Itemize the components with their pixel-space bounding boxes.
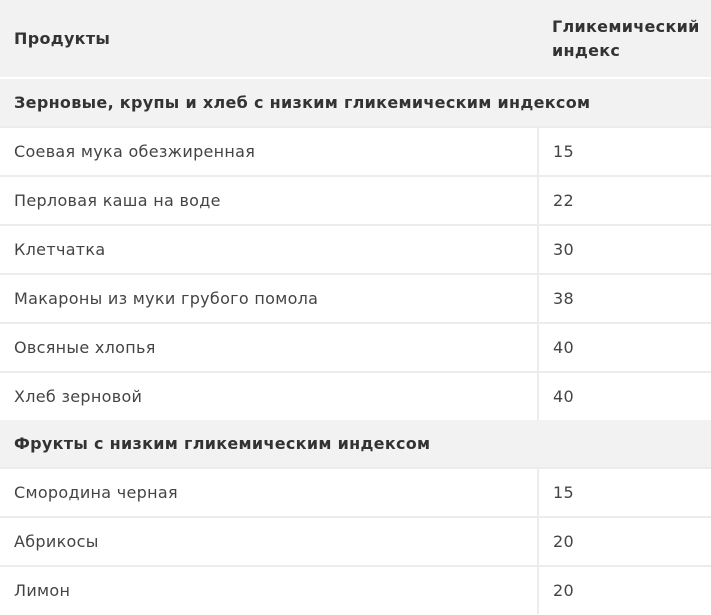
section-title: Фрукты с низким гликемическим индексом xyxy=(0,420,711,468)
table-row: Перловая каша на воде 22 xyxy=(0,175,711,225)
table-row: Хлеб зерновой 40 xyxy=(0,371,711,420)
table-header-row: Продукты Гликемический индекс xyxy=(0,0,711,79)
section-header-row: Зерновые, крупы и хлеб с низким гликемич… xyxy=(0,78,711,127)
table-row: Соевая мука обезжиренная 15 xyxy=(0,126,711,176)
table-row: Макароны из муки грубого помола 38 xyxy=(0,273,711,323)
gi-cell: 40 xyxy=(537,322,711,372)
product-cell: Абрикосы xyxy=(0,516,538,566)
table-row: Смородина черная 15 xyxy=(0,467,711,517)
product-cell: Перловая каша на воде xyxy=(0,175,538,225)
table-row: Абрикосы 20 xyxy=(0,516,711,566)
header-glycemic-index: Гликемический индекс xyxy=(538,0,711,79)
product-cell: Соевая мука обезжиренная xyxy=(0,126,538,176)
gi-cell: 15 xyxy=(537,467,711,517)
table-row: Клетчатка 30 xyxy=(0,224,711,274)
product-cell: Клетчатка xyxy=(0,224,538,274)
gi-cell: 38 xyxy=(537,273,711,323)
gi-cell: 30 xyxy=(537,224,711,274)
table-row: Лимон 20 xyxy=(0,565,711,614)
product-cell: Хлеб зерновой xyxy=(0,371,538,420)
gi-cell: 22 xyxy=(537,175,711,225)
section-header-row: Фрукты с низким гликемическим индексом xyxy=(0,420,711,468)
glycemic-index-table: Продукты Гликемический индекс Зерновые, … xyxy=(0,0,711,614)
product-cell: Смородина черная xyxy=(0,467,538,517)
gi-cell: 20 xyxy=(537,565,711,614)
product-cell: Лимон xyxy=(0,565,538,614)
product-cell: Макароны из муки грубого помола xyxy=(0,273,538,323)
gi-cell: 20 xyxy=(537,516,711,566)
product-cell: Овсяные хлопья xyxy=(0,322,538,372)
gi-cell: 40 xyxy=(537,371,711,420)
gi-cell: 15 xyxy=(537,126,711,176)
section-title: Зерновые, крупы и хлеб с низким гликемич… xyxy=(0,78,711,127)
table-row: Овсяные хлопья 40 xyxy=(0,322,711,372)
header-products: Продукты xyxy=(0,0,538,79)
